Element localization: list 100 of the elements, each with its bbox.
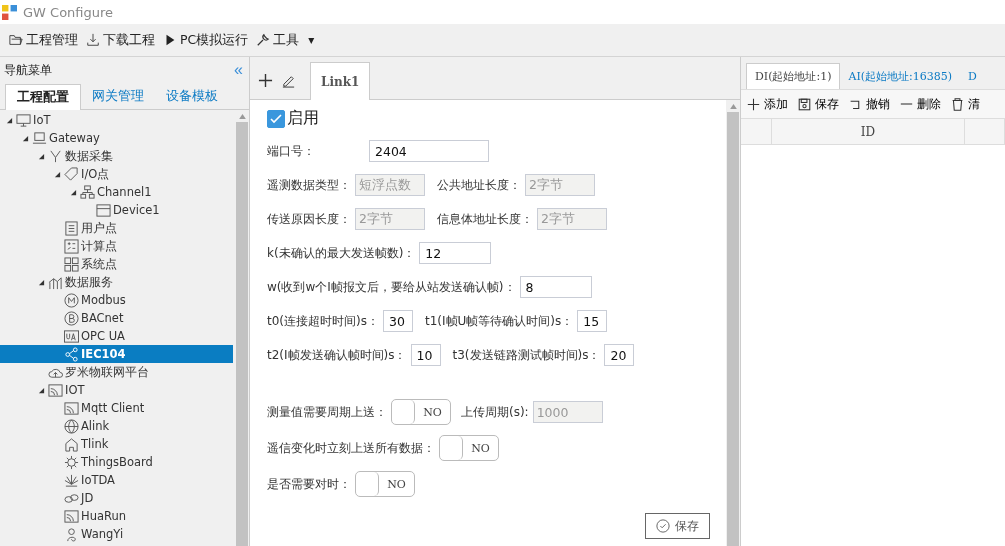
network-icon bbox=[80, 184, 95, 200]
point-tab[interactable]: D bbox=[960, 63, 985, 89]
share-icon bbox=[64, 346, 79, 362]
tree-item[interactable]: WangYi bbox=[0, 525, 235, 543]
form-scrollbar[interactable] bbox=[726, 100, 740, 546]
expanded-triangle-icon[interactable] bbox=[37, 278, 45, 286]
field-label: t3(发送链路测试帧时间)s： bbox=[452, 346, 601, 364]
input-field[interactable]: 15 bbox=[577, 310, 608, 332]
field-label: w(收到w个I帧报文后，要给从站发送确认帧)： bbox=[267, 278, 516, 296]
expanded-triangle-icon[interactable] bbox=[69, 188, 77, 196]
tree-item[interactable]: HuaRun bbox=[0, 507, 235, 525]
expanded-triangle-icon[interactable] bbox=[37, 386, 45, 394]
tag-icon bbox=[64, 166, 79, 182]
enable-label: 启用 bbox=[287, 108, 319, 129]
action-button[interactable]: 清 bbox=[947, 95, 984, 113]
field-label: k(未确认的最大发送帧数)： bbox=[267, 244, 416, 262]
folder-icon bbox=[9, 33, 23, 47]
tree-item[interactable]: 数据服务 bbox=[0, 273, 235, 291]
nav-tab[interactable]: 设备模板 bbox=[155, 84, 229, 109]
toolbar-button[interactable]: 工程管理 bbox=[6, 29, 81, 51]
nav-title: 导航菜单 bbox=[4, 61, 52, 79]
minus-icon bbox=[900, 103, 913, 105]
toggle-switch[interactable]: NO bbox=[439, 435, 499, 461]
tree-item[interactable]: 系统点 bbox=[0, 255, 235, 273]
save-button[interactable]: 保存 bbox=[645, 513, 710, 539]
toolbar-button[interactable]: 下载工程 bbox=[83, 29, 158, 51]
field-label: t1(I帧U帧等待确认时间)s： bbox=[424, 312, 574, 330]
tree-item[interactable]: 罗米物联网平台 bbox=[0, 363, 235, 381]
enable-checkbox[interactable] bbox=[267, 109, 285, 128]
tree-item[interactable]: Tlink bbox=[0, 435, 235, 453]
tree-item[interactable]: IoT bbox=[0, 111, 235, 129]
point-tab[interactable]: AI(起始地址:16385) bbox=[840, 63, 961, 89]
plus-icon bbox=[747, 97, 760, 111]
monitor-icon bbox=[16, 112, 31, 128]
point-tab[interactable]: DI(起始地址:1) bbox=[746, 63, 841, 89]
link-tab[interactable]: Link1 bbox=[310, 62, 371, 100]
tree-item[interactable]: Alink bbox=[0, 417, 235, 435]
field-label: t0(连接超时时间)s： bbox=[267, 312, 379, 330]
toggle-switch[interactable]: NO bbox=[355, 471, 415, 497]
nav-tab[interactable]: 网关管理 bbox=[81, 84, 155, 109]
download-icon bbox=[86, 33, 100, 47]
field-label: 测量值需要周期上送： bbox=[267, 403, 387, 421]
expanded-triangle-icon[interactable] bbox=[21, 134, 29, 142]
list-icon bbox=[64, 220, 79, 236]
device-icon bbox=[96, 202, 111, 218]
input-field[interactable]: 20 bbox=[604, 344, 635, 366]
circle-m-icon bbox=[64, 292, 79, 308]
tree-item[interactable]: 用户点 bbox=[0, 219, 235, 237]
field-label: 信息体地址长度： bbox=[437, 210, 533, 228]
wifi-icon bbox=[48, 382, 63, 398]
tree-item[interactable]: Modbus bbox=[0, 291, 235, 309]
expanded-triangle-icon[interactable] bbox=[5, 116, 13, 124]
house-icon bbox=[64, 436, 79, 452]
tree-item[interactable]: Gateway bbox=[0, 129, 235, 147]
tree-item[interactable]: IoTDA bbox=[0, 471, 235, 489]
input-field[interactable]: 30 bbox=[382, 310, 413, 332]
tree-item[interactable]: BACnet bbox=[0, 309, 235, 327]
laptop-icon bbox=[32, 130, 47, 146]
input-field[interactable]: 8 bbox=[519, 276, 592, 298]
toolbar-button[interactable]: 工具 ▾ bbox=[253, 29, 318, 51]
wifi-icon bbox=[64, 400, 79, 416]
tree-item[interactable]: Channel1 bbox=[0, 183, 235, 201]
input-field[interactable]: 2404 bbox=[369, 140, 489, 162]
tree-item[interactable]: IEC104 bbox=[0, 345, 233, 363]
tree-item[interactable]: ThingsBoard bbox=[0, 453, 235, 471]
field-label: 端口号： bbox=[267, 142, 316, 160]
expanded-triangle-icon[interactable] bbox=[37, 152, 45, 160]
circle-b-icon bbox=[64, 310, 79, 326]
field-label: 公共地址长度： bbox=[437, 176, 521, 194]
globe-icon bbox=[64, 418, 79, 434]
tree-item[interactable]: 数据采集 bbox=[0, 147, 235, 165]
action-button[interactable]: 撤销 bbox=[845, 95, 894, 113]
field-label: 上传周期(s): bbox=[461, 403, 529, 421]
toolbar-button[interactable]: PC模拟运行 bbox=[160, 29, 252, 51]
calc-icon bbox=[64, 238, 79, 254]
input-field[interactable]: 10 bbox=[410, 344, 441, 366]
action-button[interactable]: 删除 bbox=[896, 95, 945, 113]
tree-item[interactable]: IOT bbox=[0, 381, 235, 399]
action-button[interactable]: 添加 bbox=[743, 95, 792, 113]
app-logo-icon bbox=[2, 4, 17, 20]
window-title: GW Configure bbox=[23, 4, 114, 20]
toggle-switch[interactable]: NO bbox=[391, 399, 451, 425]
nav-tab[interactable]: 工程配置 bbox=[5, 84, 81, 110]
action-button[interactable]: 保存 bbox=[794, 95, 843, 113]
tree-item[interactable]: Mqtt Client bbox=[0, 399, 235, 417]
grid-icon bbox=[64, 256, 79, 272]
field-label: t2(I帧发送确认帧时间)s： bbox=[267, 346, 407, 364]
expanded-triangle-icon[interactable] bbox=[53, 170, 61, 178]
tree-item[interactable]: OPC UA bbox=[0, 327, 235, 345]
floppy-icon bbox=[798, 97, 811, 111]
field-label: 遥信变化时立刻上送所有数据： bbox=[267, 439, 435, 457]
tree-item[interactable]: I/O点 bbox=[0, 165, 235, 183]
trash-icon bbox=[951, 97, 964, 111]
field-label: 传送原因长度： bbox=[267, 210, 351, 228]
input-field[interactable]: 12 bbox=[419, 242, 492, 264]
tree-item[interactable]: Device1 bbox=[0, 201, 235, 219]
tree-item[interactable]: 计算点 bbox=[0, 237, 235, 255]
fork-icon bbox=[48, 148, 63, 164]
gear-icon bbox=[64, 454, 79, 470]
tree-item[interactable]: JD bbox=[0, 489, 235, 507]
